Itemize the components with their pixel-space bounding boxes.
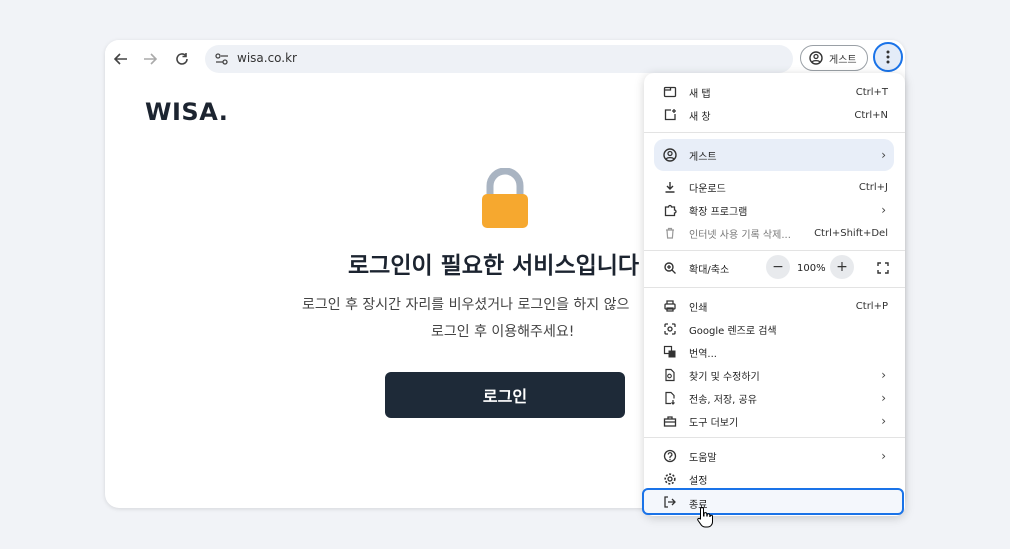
zoom-level: 100% [797, 262, 826, 274]
forward-icon[interactable] [140, 49, 160, 69]
site-settings-icon[interactable] [214, 51, 230, 67]
help-icon [663, 449, 677, 463]
menu-item-cast-save-share[interactable]: 전송, 저장, 공유 › [644, 387, 905, 409]
guest-profile-button[interactable]: 게스트 [800, 45, 868, 71]
extension-icon [664, 204, 677, 217]
chevron-right-icon: › [881, 148, 886, 162]
guest-label: 게스트 [829, 54, 857, 66]
menu-item-print[interactable]: 인쇄 Ctrl+P [644, 295, 905, 317]
menu-divider [644, 287, 905, 288]
profile-icon [663, 148, 677, 162]
menu-item-new-tab[interactable]: 새 탭 Ctrl+T [644, 81, 905, 103]
lens-icon [664, 323, 676, 335]
lock-icon [482, 168, 528, 228]
translate-icon [663, 345, 676, 358]
site-logo: WISA. [145, 98, 229, 126]
description-line-2: 로그인 후 이용해주세요! [431, 324, 575, 340]
download-icon [665, 182, 675, 193]
menu-divider [644, 250, 905, 251]
chevron-right-icon: › [881, 203, 886, 217]
back-icon[interactable] [111, 49, 131, 69]
login-button[interactable]: 로그인 [385, 372, 625, 418]
reload-icon[interactable] [172, 49, 192, 69]
gear-icon [664, 473, 676, 485]
zoom-icon [664, 262, 676, 274]
zoom-in-button[interactable]: + [830, 255, 854, 279]
menu-item-new-window[interactable]: 새 창 Ctrl+N [644, 104, 905, 126]
zoom-out-button[interactable]: − [766, 255, 790, 279]
trash-icon [666, 227, 674, 239]
chevron-right-icon: › [881, 414, 886, 428]
toolbox-icon [663, 416, 677, 427]
fullscreen-icon[interactable] [876, 261, 890, 275]
menu-item-clear-data[interactable]: 인터넷 사용 기록 삭제... Ctrl+Shift+Del [644, 222, 905, 244]
menu-item-extensions[interactable]: 확장 프로그램 › [644, 199, 905, 221]
chevron-right-icon: › [881, 391, 886, 405]
chevron-right-icon: › [881, 368, 886, 382]
new-window-icon [664, 109, 676, 121]
menu-item-translate[interactable]: 번역... [644, 341, 905, 363]
hand-cursor-icon [697, 506, 713, 528]
url-text[interactable]: wisa.co.kr [237, 51, 297, 65]
menu-item-guest-content[interactable]: 게스트 › [644, 144, 905, 166]
menu-divider [644, 132, 905, 133]
browser-menu: 새 탭 Ctrl+T 새 창 Ctrl+N 게스트 › 다운로드 Ctrl+J … [644, 73, 905, 516]
menu-item-more-tools[interactable]: 도구 더보기 › [644, 410, 905, 432]
more-menu-button[interactable] [873, 42, 903, 72]
menu-item-zoom: 확대/축소 − 100% + [644, 255, 905, 279]
share-page-icon [665, 391, 675, 405]
menu-item-exit[interactable]: 종료 [642, 488, 904, 515]
profile-icon [809, 51, 823, 65]
find-page-icon [665, 368, 675, 382]
kebab-icon [886, 50, 890, 64]
menu-item-settings[interactable]: 설정 [644, 468, 905, 490]
menu-item-google-lens[interactable]: Google 렌즈로 검색 [644, 318, 905, 340]
address-bar[interactable]: wisa.co.kr [205, 45, 793, 73]
menu-item-help[interactable]: 도움말 › [644, 445, 905, 467]
exit-icon [664, 496, 676, 508]
chevron-right-icon: › [881, 449, 886, 463]
menu-item-find-edit[interactable]: 찾기 및 수정하기 › [644, 364, 905, 386]
menu-divider [644, 437, 905, 438]
new-tab-icon [663, 86, 677, 98]
description-line-1: 로그인 후 장시간 자리를 비우셨거나 로그인을 하지 않으 [302, 297, 630, 313]
menu-item-downloads[interactable]: 다운로드 Ctrl+J [644, 176, 905, 198]
print-icon [664, 300, 676, 312]
